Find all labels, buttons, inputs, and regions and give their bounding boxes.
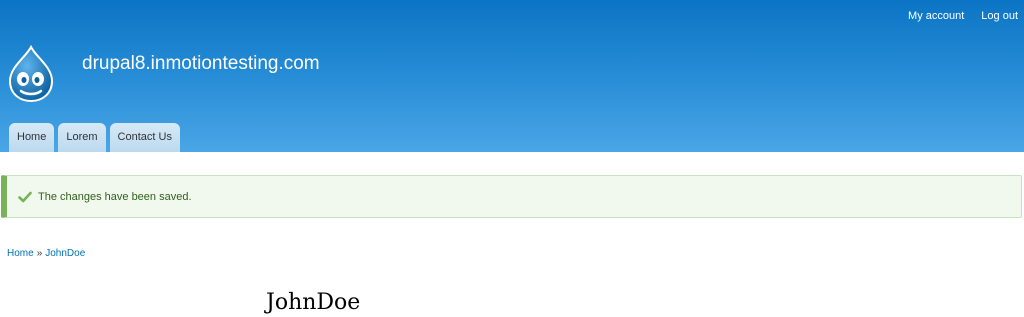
drupal-logo-icon[interactable] — [6, 44, 56, 103]
breadcrumb: Home» JohnDoe — [7, 248, 85, 259]
site-name[interactable]: drupal8.inmotiontesting.com — [82, 52, 320, 76]
page-title: JohnDoe — [266, 290, 361, 315]
drupal-drop-icon — [8, 44, 54, 103]
check-icon — [18, 190, 32, 204]
tab-contact-us[interactable]: Contact Us — [109, 123, 180, 152]
log-out-link[interactable]: Log out — [981, 9, 1018, 23]
breadcrumb-separator: » — [36, 248, 43, 259]
my-account-link[interactable]: My account — [908, 9, 964, 23]
site-header: My account Log out drupal8.inmotiontesti… — [0, 0, 1024, 152]
tab-home[interactable]: Home — [9, 123, 55, 152]
status-message-text: The changes have been saved. — [38, 190, 192, 203]
primary-menu: Home Lorem Contact Us — [9, 123, 180, 152]
breadcrumb-home-link[interactable]: Home — [7, 248, 34, 259]
secondary-menu: My account Log out — [908, 9, 1018, 23]
tab-lorem[interactable]: Lorem — [58, 123, 106, 152]
breadcrumb-johndoe-link[interactable]: JohnDoe — [45, 248, 85, 259]
status-message: The changes have been saved. — [1, 175, 1022, 218]
